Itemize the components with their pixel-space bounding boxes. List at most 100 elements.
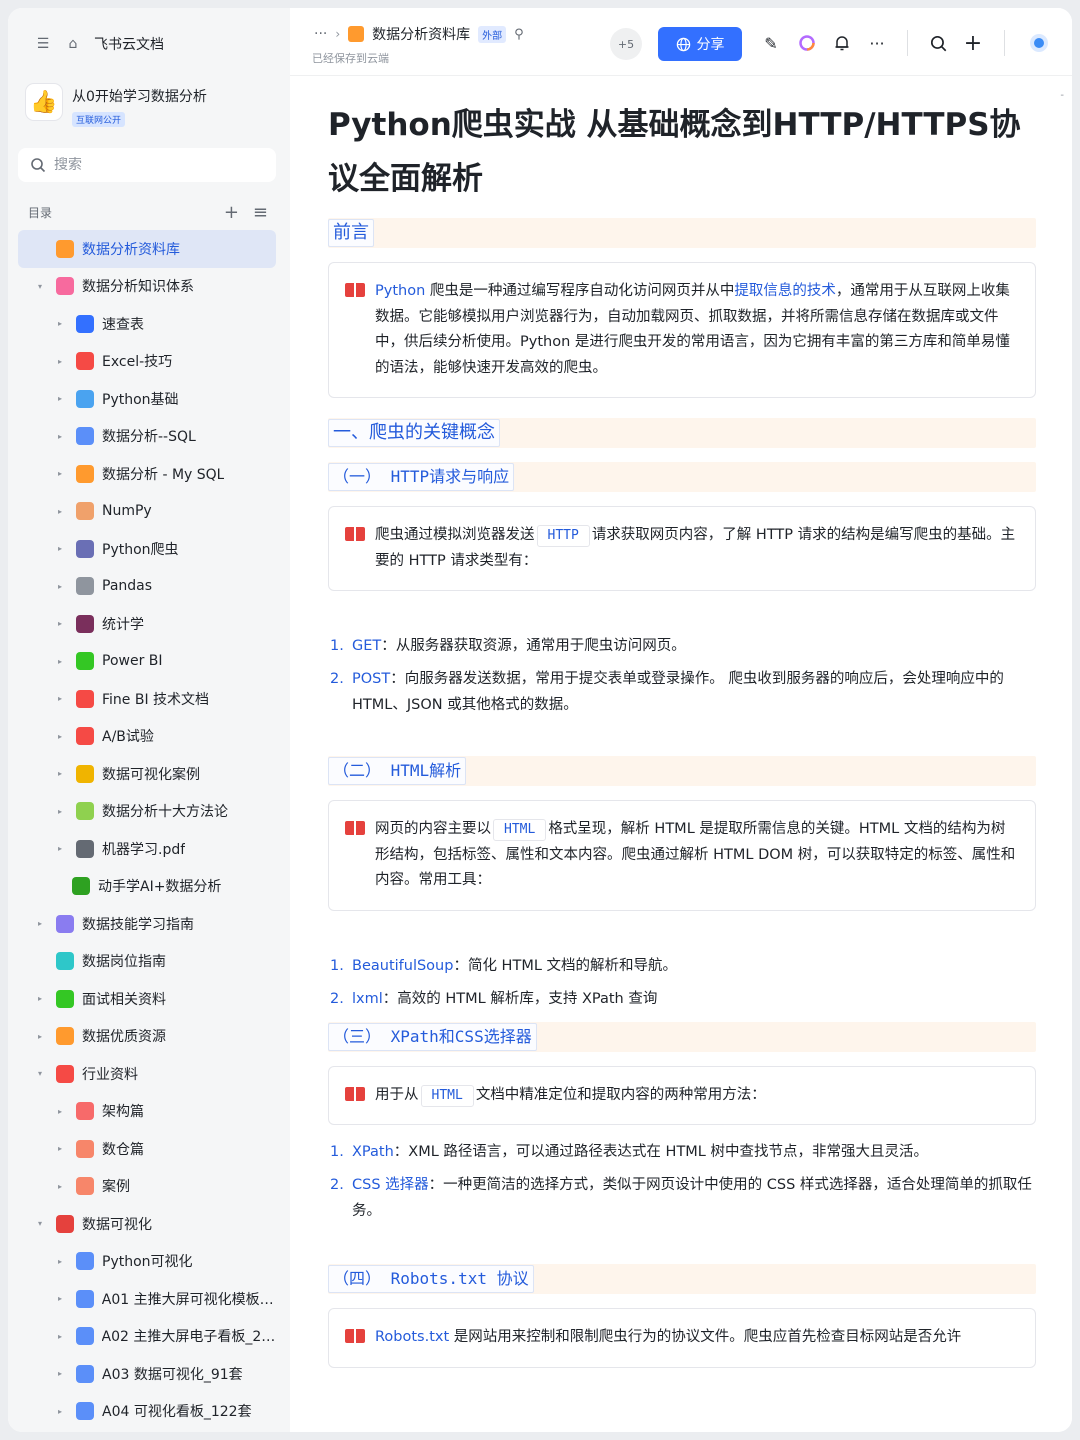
collapse-arrow-icon[interactable]: ▸ xyxy=(54,319,66,328)
sidebar-item[interactable]: ▸ 案例 xyxy=(18,1168,276,1206)
user-avatar[interactable] xyxy=(1028,32,1050,54)
list-settings-icon[interactable]: ≡ xyxy=(253,202,268,223)
sidebar-item[interactable]: ▾ 数据分析知识体系 xyxy=(18,268,276,306)
collapse-arrow-icon[interactable]: ▸ xyxy=(54,432,66,441)
sidebar-item[interactable]: ▸ Python基础 xyxy=(18,380,276,418)
space-info[interactable]: 👍 从0开始学习数据分析 互联网公开 xyxy=(26,84,207,127)
add-icon[interactable]: + xyxy=(962,31,984,56)
sidebar-item-label: 机器学习.pdf xyxy=(102,841,186,858)
collapse-arrow-icon[interactable]: ▸ xyxy=(54,1257,66,1266)
collapse-arrow-icon[interactable]: ▸ xyxy=(54,657,66,666)
link-python[interactable]: Python xyxy=(375,283,425,299)
bell-icon[interactable] xyxy=(831,32,853,54)
sidebar-item[interactable]: ▸ 架构篇 xyxy=(18,1093,276,1131)
sidebar-item[interactable]: 数据分析资料库 xyxy=(18,230,276,268)
ai-assistant-icon[interactable] xyxy=(796,32,818,54)
sidebar-item[interactable]: ▸ A01 主推大屏可视化模板_... xyxy=(18,1280,276,1318)
collapse-arrow-icon[interactable]: ▸ xyxy=(54,357,66,366)
breadcrumb-more-button[interactable]: ··· xyxy=(314,26,327,42)
app-title[interactable]: 飞书云文档 xyxy=(94,34,164,54)
collapse-arrow-icon[interactable]: ▸ xyxy=(54,469,66,478)
text: ：高效的 HTML 解析库，支持 XPath 查询 xyxy=(382,990,658,1007)
sidebar-item[interactable]: ▸ 速查表 xyxy=(18,305,276,343)
expand-arrow-icon[interactable]: ▾ xyxy=(34,1219,46,1228)
collapse-arrow-icon[interactable]: ▸ xyxy=(54,1144,66,1153)
collapse-sidebar-icon[interactable]: ☰ xyxy=(34,35,52,53)
sidebar-item[interactable]: ▸ 数据技能学习指南 xyxy=(18,905,276,943)
breadcrumb-current[interactable]: 数据分析资料库 xyxy=(372,24,470,44)
sidebar-item[interactable]: ▸ Python爬虫 xyxy=(18,530,276,568)
collapse-arrow-icon[interactable]: ▸ xyxy=(54,507,66,516)
sidebar-item[interactable]: ▾ 数据可视化 xyxy=(18,1205,276,1243)
collapse-arrow-icon[interactable]: ▸ xyxy=(54,1107,66,1116)
collapse-arrow-icon[interactable]: ▸ xyxy=(54,1332,66,1341)
edit-icon[interactable]: ✎ xyxy=(760,32,782,54)
collapse-arrow-icon[interactable]: ▸ xyxy=(54,582,66,591)
sidebar-item[interactable]: 数据岗位指南 xyxy=(18,943,276,981)
collapse-arrow-icon[interactable]: ▸ xyxy=(54,694,66,703)
sidebar-item-label: 架构篇 xyxy=(102,1104,144,1121)
doc-icon xyxy=(72,877,90,896)
text: 是网站用来控制和限制爬虫行为的协议文件。爬虫应首先检查目标网站是否允许 xyxy=(449,1329,962,1345)
collapse-arrow-icon[interactable]: ▸ xyxy=(34,1032,46,1041)
sidebar-item-label: Python可视化 xyxy=(102,1254,193,1271)
collapse-arrow-icon[interactable]: ▸ xyxy=(34,919,46,928)
space-tag: 互联网公开 xyxy=(72,112,126,127)
sidebar-item[interactable]: ▸ 统计学 xyxy=(18,605,276,643)
sidebar-item[interactable]: ▸ A03 数据可视化_91套 xyxy=(18,1355,276,1393)
sidebar-item[interactable]: ▸ 数仓篇 xyxy=(18,1130,276,1168)
sidebar-item-label: 案例 xyxy=(102,1179,130,1196)
sidebar-item[interactable]: ▸ A04 可视化看板_122套 xyxy=(18,1393,276,1431)
collapse-arrow-icon[interactable]: ▸ xyxy=(54,769,66,778)
sidebar-item[interactable]: ▸ A02 主推大屏电子看板_20套 xyxy=(18,1318,276,1356)
collapse-arrow-icon[interactable]: ▸ xyxy=(54,544,66,553)
sidebar-item[interactable]: ▾ 行业资料 xyxy=(18,1055,276,1093)
link-robots[interactable]: Robots.txt xyxy=(375,1329,449,1345)
collapse-arrow-icon[interactable]: ▸ xyxy=(54,1294,66,1303)
sidebar-item[interactable]: ▸ 面试相关资料 xyxy=(18,980,276,1018)
search-box[interactable] xyxy=(18,148,276,182)
sidebar-item[interactable]: ▸ Excel-技巧 xyxy=(18,343,276,381)
more-actions-button[interactable]: ··· xyxy=(866,32,888,54)
sidebar-item[interactable]: ▸ Power BI xyxy=(18,643,276,681)
sidebar-item[interactable]: ▸ 数据分析 - My SQL xyxy=(18,455,276,493)
pin-icon[interactable]: ⚲ xyxy=(514,27,524,42)
search-icon[interactable] xyxy=(927,32,949,54)
divider xyxy=(907,30,908,56)
sidebar-item[interactable]: ▸ 数据分析--SQL xyxy=(18,418,276,456)
add-icon[interactable]: + xyxy=(224,202,239,223)
callout-preface: Python 爬虫是一种通过编写程序自动化访问网页并从中提取信息的技术，通常用于… xyxy=(328,262,1036,398)
sidebar-item[interactable]: ▸ 数据分析十大方法论 xyxy=(18,793,276,831)
home-icon[interactable]: ⌂ xyxy=(64,35,82,53)
sidebar-item[interactable]: ▸ NumPy xyxy=(18,493,276,531)
collapse-arrow-icon[interactable]: ▸ xyxy=(54,1407,66,1416)
sidebar-item[interactable]: ▸ 机器学习.pdf xyxy=(18,830,276,868)
collaborators-count[interactable]: +5 xyxy=(610,28,642,60)
sidebar-item[interactable]: ▸ Fine BI 技术文档 xyxy=(18,680,276,718)
sidebar-item[interactable]: 动手学AI+数据分析 xyxy=(18,868,276,906)
collapse-arrow-icon[interactable]: ▸ xyxy=(54,732,66,741)
callout-http: 爬虫通过模拟浏览器发送 HTTP 请求获取网页内容，了解 HTTP 请求的结构是编写… xyxy=(328,506,1036,591)
doc-icon xyxy=(76,427,94,446)
collapse-arrow-icon[interactable]: ▸ xyxy=(34,994,46,1003)
share-button[interactable]: 分享 xyxy=(658,27,742,61)
collapse-arrow-icon[interactable]: ▸ xyxy=(54,1369,66,1378)
sidebar-item[interactable]: ▸ A/B试验 xyxy=(18,718,276,756)
sidebar-item[interactable]: ▸ 数据优质资源 xyxy=(18,1018,276,1056)
collapse-arrow-icon[interactable]: ▸ xyxy=(54,394,66,403)
ticket-icon xyxy=(345,283,365,297)
text: ：从服务器获取资源，通常用于爬虫访问网页。 xyxy=(381,638,686,654)
search-input[interactable] xyxy=(54,157,254,173)
expand-arrow-icon[interactable]: ▾ xyxy=(34,282,46,291)
sidebar-item[interactable]: ▸ 数据可视化案例 xyxy=(18,755,276,793)
collapse-arrow-icon[interactable]: ▸ xyxy=(54,1182,66,1191)
collapse-arrow-icon[interactable]: ▸ xyxy=(54,619,66,628)
collapse-arrow-icon[interactable]: ▸ xyxy=(54,844,66,853)
expand-arrow-icon[interactable]: ▾ xyxy=(34,1069,46,1078)
sidebar-item[interactable]: ▸ Pandas xyxy=(18,568,276,606)
doc-icon xyxy=(76,1139,94,1158)
link-extract[interactable]: 提取信息的技术 xyxy=(734,283,836,299)
collapse-arrow-icon[interactable]: ▸ xyxy=(54,807,66,816)
heading-text: （二） HTML解析 xyxy=(328,757,467,785)
sidebar-item[interactable]: ▸ Python可视化 xyxy=(18,1243,276,1281)
